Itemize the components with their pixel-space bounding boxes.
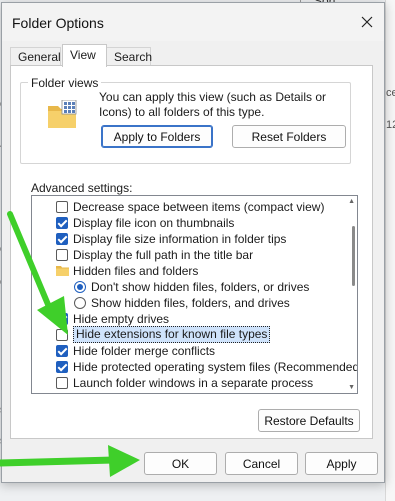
list-item[interactable]: Don't show hidden files, folders, or dri…: [32, 279, 342, 295]
folder-icon: [56, 266, 69, 276]
folder-views-description: You can apply this view (such as Details…: [99, 90, 327, 119]
list-item-label: Hidden files and folders: [73, 264, 199, 278]
restore-defaults-button[interactable]: Restore Defaults: [258, 409, 360, 432]
radio-button[interactable]: [74, 297, 86, 309]
checkbox[interactable]: [56, 201, 68, 213]
list-item[interactable]: Display file icon on thumbnails: [32, 215, 342, 231]
list-item-label: Display the full path in the title bar: [73, 248, 254, 262]
checkbox[interactable]: [56, 345, 68, 357]
reset-folders-button[interactable]: Reset Folders: [232, 125, 346, 148]
apply-to-folders-button[interactable]: Apply to Folders: [101, 125, 213, 148]
list-item[interactable]: Hide protected operating system files (R…: [32, 359, 357, 375]
tab-search[interactable]: Search: [106, 47, 152, 66]
list-item[interactable]: Show hidden files, folders, and drives: [32, 295, 342, 311]
list-item-label: Display file icon on thumbnails: [73, 216, 235, 230]
checkbox[interactable]: [56, 249, 68, 261]
list-item-label: Launch folder windows in a separate proc…: [73, 376, 314, 390]
scrollbar-thumb[interactable]: [352, 226, 355, 286]
list-item[interactable]: Hide folder merge conflicts: [32, 343, 342, 359]
checkbox[interactable]: [56, 217, 68, 229]
list-item[interactable]: Launch folder windows in a separate proc…: [32, 375, 342, 391]
list-item-label: Display file size information in folder …: [73, 232, 287, 246]
list-item-label: Hide extensions for known file types: [73, 326, 271, 343]
checkbox[interactable]: [56, 313, 68, 325]
scroll-down-icon[interactable]: ▼: [348, 384, 355, 391]
ok-button[interactable]: OK: [144, 452, 217, 475]
list-item-label: Hide empty drives: [73, 312, 170, 326]
list-item-label: Decrease space between items (compact vi…: [73, 200, 325, 214]
apply-button[interactable]: Apply: [305, 452, 378, 475]
tab-general[interactable]: General: [10, 47, 61, 66]
list-item[interactable]: Hide extensions for known file types: [32, 326, 342, 343]
title-bar[interactable]: Folder Options: [2, 3, 384, 41]
list-item[interactable]: Decrease space between items (compact vi…: [32, 199, 342, 215]
background-right-strip: [385, 0, 395, 501]
list-item-label: Show hidden files, folders, and drives: [91, 296, 290, 310]
folder-views-label: Folder views: [28, 76, 102, 90]
list-item[interactable]: Hide empty drives: [32, 311, 342, 327]
checkbox[interactable]: [56, 329, 68, 341]
folder-views-icon: [48, 100, 77, 128]
background-fragment: 12: [386, 119, 395, 131]
close-button[interactable]: [356, 11, 378, 33]
list-item[interactable]: Hidden files and folders: [32, 263, 342, 279]
cancel-button[interactable]: Cancel: [225, 452, 298, 475]
list-item[interactable]: Display the full path in the title bar: [32, 247, 342, 263]
advanced-settings-label: Advanced settings:: [31, 181, 133, 195]
checkbox[interactable]: [56, 377, 68, 389]
close-icon: [361, 16, 373, 28]
scroll-up-icon[interactable]: ▲: [348, 198, 355, 205]
dialog-title: Folder Options: [12, 15, 104, 31]
radio-button[interactable]: [74, 281, 86, 293]
tab-view[interactable]: View: [62, 44, 107, 67]
checkbox[interactable]: [56, 233, 68, 245]
checkbox[interactable]: [56, 361, 68, 373]
list-item-label: Hide protected operating system files (R…: [73, 360, 358, 374]
list-item-label: Don't show hidden files, folders, or dri…: [91, 280, 310, 294]
advanced-settings-list[interactable]: ▲ ▼ Decrease space between items (compac…: [31, 195, 358, 394]
list-item-label: Hide folder merge conflicts: [73, 344, 216, 358]
list-item[interactable]: Display file size information in folder …: [32, 231, 342, 247]
background-fragment: ce: [386, 87, 395, 99]
